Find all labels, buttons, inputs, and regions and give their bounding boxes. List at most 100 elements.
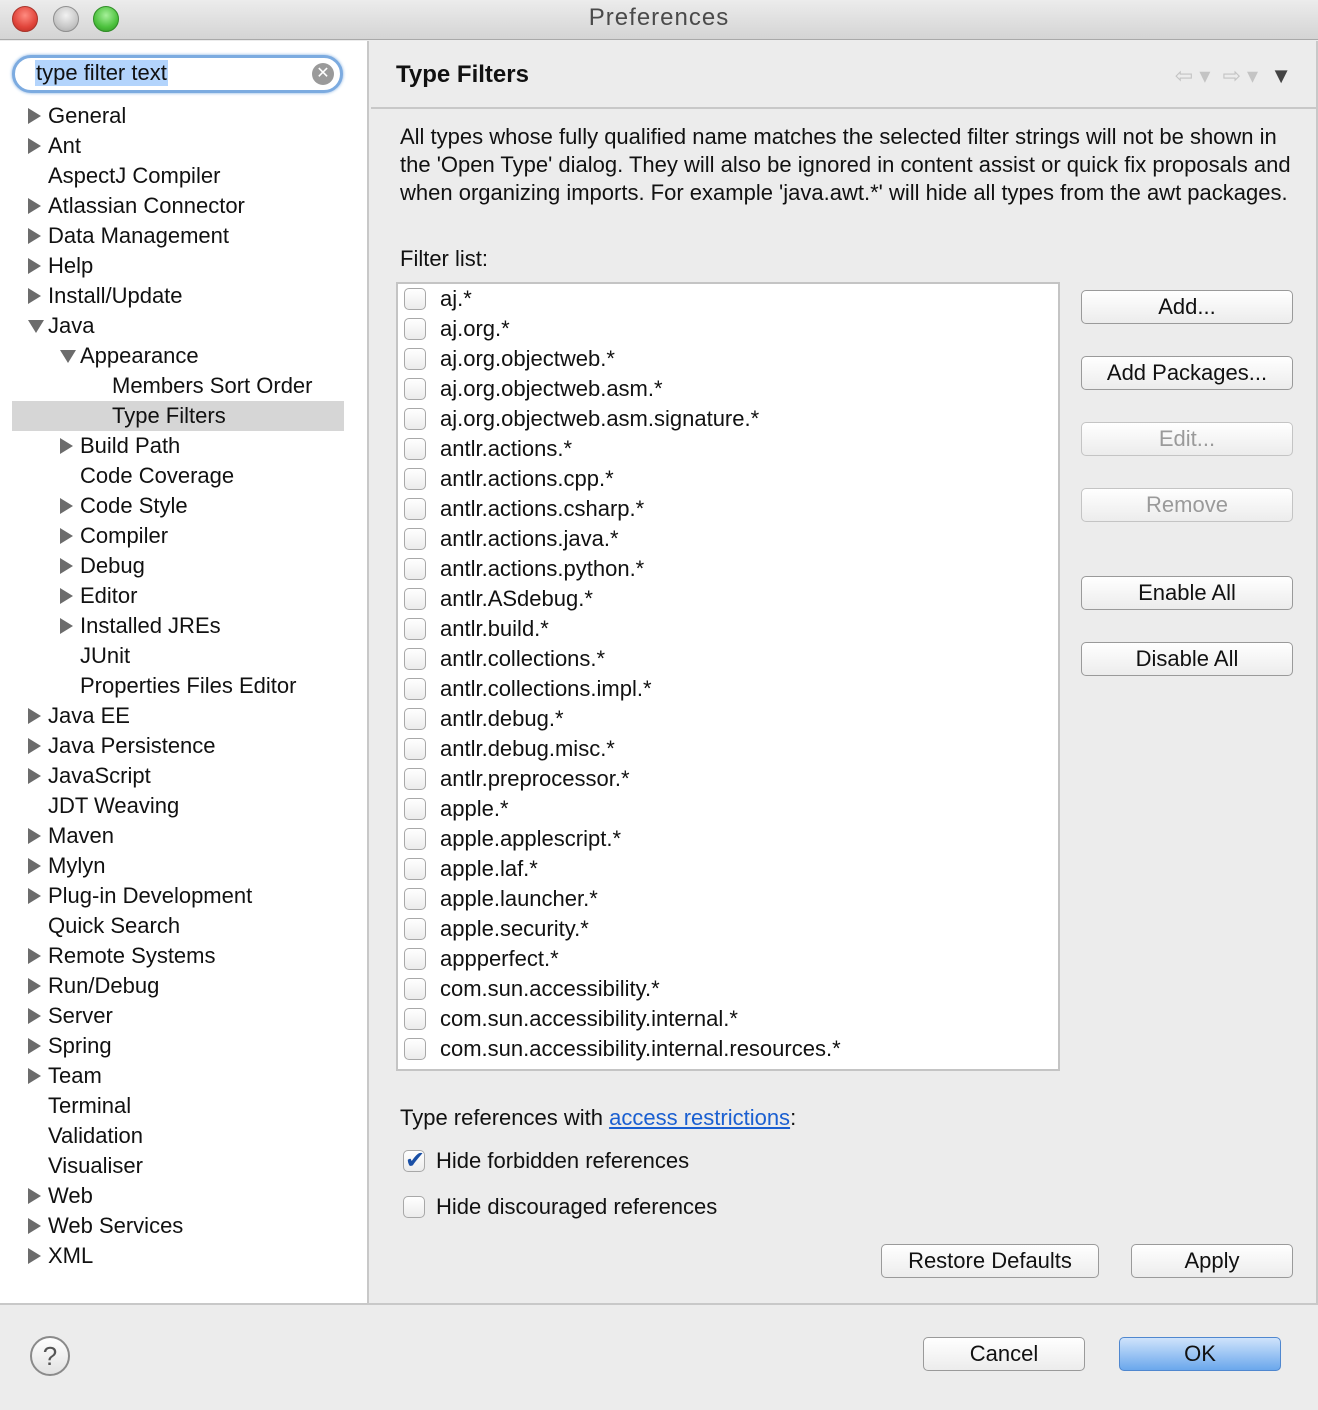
collapsed-arrow-icon[interactable] [28,1188,41,1204]
tree-item[interactable]: Compiler [12,521,344,551]
tree-item[interactable]: Ant [12,131,344,161]
collapsed-arrow-icon[interactable] [60,558,73,574]
filter-list-item[interactable]: aj.* [398,284,1058,314]
filter-checkbox[interactable] [404,978,426,1000]
collapsed-arrow-icon[interactable] [28,828,41,844]
collapsed-arrow-icon[interactable] [60,498,73,514]
filter-list-item[interactable]: aj.org.* [398,314,1058,344]
filter-checkbox[interactable] [404,588,426,610]
collapsed-arrow-icon[interactable] [28,1038,41,1054]
tree-item[interactable]: General [12,101,344,131]
search-input[interactable]: type filter text [35,60,168,86]
collapsed-arrow-icon[interactable] [28,768,41,784]
filter-list-item[interactable]: com.sun.accessibility.internal.resources… [398,1034,1058,1064]
filter-list-item[interactable]: aj.org.objectweb.* [398,344,1058,374]
collapsed-arrow-icon[interactable] [28,258,41,274]
collapsed-arrow-icon[interactable] [28,1008,41,1024]
collapsed-arrow-icon[interactable] [60,438,73,454]
filter-list-item[interactable]: antlr.actions.* [398,434,1058,464]
filter-checkbox[interactable] [404,378,426,400]
tree-item[interactable]: Remote Systems [12,941,344,971]
tree-item[interactable]: Install/Update [12,281,344,311]
filter-checkbox[interactable] [404,828,426,850]
tree-item[interactable]: Type Filters [12,401,344,431]
filter-checkbox[interactable] [404,768,426,790]
tree-item[interactable]: XML [12,1241,344,1271]
access-restrictions-link[interactable]: access restrictions [609,1105,790,1130]
collapsed-arrow-icon[interactable] [28,108,41,124]
filter-list-item[interactable]: antlr.collections.impl.* [398,674,1058,704]
collapsed-arrow-icon[interactable] [60,528,73,544]
collapsed-arrow-icon[interactable] [28,1068,41,1084]
filter-list-item[interactable]: apple.launcher.* [398,884,1058,914]
filter-checkbox[interactable] [404,708,426,730]
filter-checkbox[interactable] [404,648,426,670]
tree-item[interactable]: Web [12,1181,344,1211]
filter-list-item[interactable]: antlr.ASdebug.* [398,584,1058,614]
collapsed-arrow-icon[interactable] [28,858,41,874]
filter-checkbox[interactable] [404,318,426,340]
tree-item[interactable]: Data Management [12,221,344,251]
tree-item[interactable]: JDT Weaving [12,791,344,821]
add-packages-button[interactable]: Add Packages... [1081,356,1293,390]
ok-button[interactable]: OK [1119,1337,1281,1371]
filter-checkbox[interactable] [404,1038,426,1060]
collapsed-arrow-icon[interactable] [28,228,41,244]
filter-checkbox[interactable] [404,408,426,430]
collapsed-arrow-icon[interactable] [28,738,41,754]
hide-discouraged-checkbox[interactable] [403,1196,425,1218]
filter-checkbox[interactable] [404,858,426,880]
tree-item[interactable]: Validation [12,1121,344,1151]
filter-list-item[interactable]: antlr.actions.cpp.* [398,464,1058,494]
filter-list-item[interactable]: apple.security.* [398,914,1058,944]
tree-item[interactable]: Debug [12,551,344,581]
filter-checkbox[interactable] [404,1008,426,1030]
filter-checkbox[interactable] [404,888,426,910]
collapsed-arrow-icon[interactable] [28,288,41,304]
tree-item[interactable]: Team [12,1061,344,1091]
collapsed-arrow-icon[interactable] [28,198,41,214]
filter-checkbox[interactable] [404,438,426,460]
filter-list-item[interactable]: antlr.debug.misc.* [398,734,1058,764]
collapsed-arrow-icon[interactable] [60,618,73,634]
apply-button[interactable]: Apply [1131,1244,1293,1278]
enable-all-button[interactable]: Enable All [1081,576,1293,610]
filter-checkbox[interactable] [404,618,426,640]
tree-item[interactable]: Code Coverage [12,461,344,491]
filter-checkbox[interactable] [404,948,426,970]
edit-button[interactable]: Edit... [1081,422,1293,456]
tree-item[interactable]: Maven [12,821,344,851]
collapsed-arrow-icon[interactable] [28,948,41,964]
tree-item[interactable]: JavaScript [12,761,344,791]
filter-list-item[interactable]: com.sun.accessibility.internal.* [398,1004,1058,1034]
filter-list-item[interactable]: appperfect.* [398,944,1058,974]
tree-item[interactable]: Terminal [12,1091,344,1121]
filter-checkbox[interactable] [404,558,426,580]
tree-item[interactable]: Installed JREs [12,611,344,641]
help-icon[interactable]: ? [30,1336,70,1376]
tree-item[interactable]: JUnit [12,641,344,671]
tree-item[interactable]: Editor [12,581,344,611]
clear-search-icon[interactable]: ✕ [312,63,334,85]
filter-checkbox[interactable] [404,348,426,370]
cancel-button[interactable]: Cancel [923,1337,1085,1371]
collapsed-arrow-icon[interactable] [28,708,41,724]
filter-list[interactable]: aj.* aj.org.* aj.org.objectweb.* aj.org.obj… [396,282,1060,1071]
filter-list-item[interactable]: antlr.actions.csharp.* [398,494,1058,524]
tree-item[interactable]: Java Persistence [12,731,344,761]
tree-item[interactable]: AspectJ Compiler [12,161,344,191]
filter-checkbox[interactable] [404,738,426,760]
forward-arrow-icon[interactable]: ⇨ ▾ [1223,63,1259,89]
disable-all-button[interactable]: Disable All [1081,642,1293,676]
collapsed-arrow-icon[interactable] [28,978,41,994]
tree-item[interactable]: Java EE [12,701,344,731]
filter-list-item[interactable]: apple.applescript.* [398,824,1058,854]
tree-item[interactable]: Run/Debug [12,971,344,1001]
restore-defaults-button[interactable]: Restore Defaults [881,1244,1099,1278]
tree-item[interactable]: Server [12,1001,344,1031]
tree-item[interactable]: Spring [12,1031,344,1061]
tree-item[interactable]: Java [12,311,344,341]
filter-list-item[interactable]: aj.org.objectweb.asm.signature.* [398,404,1058,434]
filter-list-item[interactable]: antlr.collections.* [398,644,1058,674]
filter-list-item[interactable]: antlr.build.* [398,614,1058,644]
